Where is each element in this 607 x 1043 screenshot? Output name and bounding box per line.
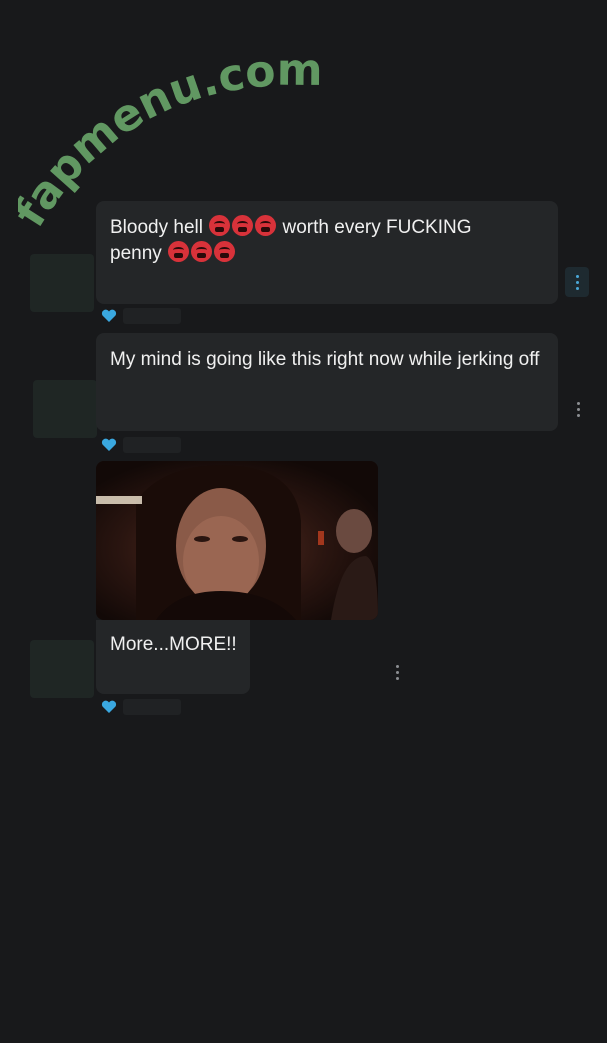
message-caption: More...MORE!! [110,634,237,655]
heart-icon[interactable] [101,700,117,714]
reaction-row [101,699,181,715]
more-options-icon[interactable] [565,267,589,297]
message-text: penny [110,243,162,264]
avatar [30,254,94,312]
angry-face-emoji [168,241,190,262]
message-text: worth every FUCKING [282,217,472,238]
message-text: Bloody hell [110,217,203,238]
angry-face-emoji [255,215,277,236]
reaction-placeholder [123,699,181,715]
heart-icon[interactable] [101,438,117,452]
message-bubble[interactable]: Bloody hell worth every FUCKING penny [96,201,558,304]
message-bubble[interactable]: My mind is going like this right now whi… [96,333,558,431]
more-options-icon[interactable] [390,662,404,682]
message-text: My mind is going like this right now whi… [110,349,540,370]
message-bubble[interactable]: More...MORE!! [96,620,250,694]
reaction-placeholder [123,308,181,324]
heart-icon[interactable] [101,309,117,323]
avatar [30,640,94,698]
angry-face-emoji [209,215,231,236]
reaction-placeholder [123,437,181,453]
angry-face-emoji [214,241,236,262]
avatar [33,380,97,438]
gif-image[interactable] [96,461,378,620]
angry-face-emoji [232,215,254,236]
angry-face-emoji [191,241,213,262]
reaction-row [101,308,181,324]
more-options-icon[interactable] [571,399,585,419]
gif-image-content [96,461,378,620]
reaction-row [101,437,181,453]
